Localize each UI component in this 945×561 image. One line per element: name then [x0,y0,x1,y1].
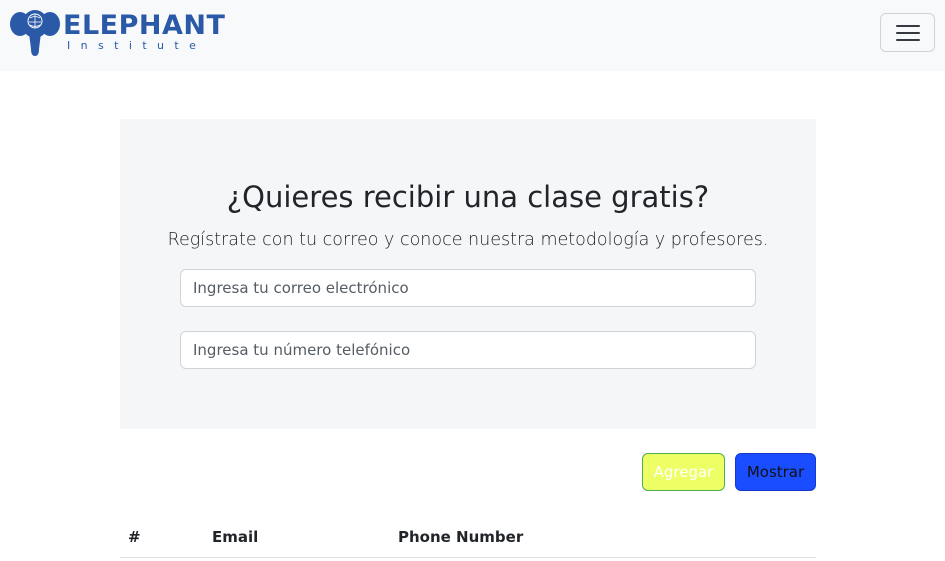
navbar: ELEPHANT Institute [0,0,945,71]
brand-subtitle: Institute [67,39,207,52]
page-subtitle: Regístrate con tu correo y conoce nuestr… [167,230,769,250]
brand-logo[interactable]: ELEPHANT Institute [9,9,225,59]
brand-name: ELEPHANT [63,10,226,41]
column-header-email: Email [212,528,259,546]
table-header-row: # Email Phone Number [120,517,816,558]
page-title: ¿Quieres recibir una clase gratis? [226,180,710,214]
email-field[interactable] [180,269,756,307]
column-header-phone: Phone Number [398,528,524,546]
free-class-signup-panel: ¿Quieres recibir una clase gratis? Regís… [120,119,816,429]
column-header-number: # [128,528,141,546]
navbar-toggler-button[interactable] [880,13,935,52]
phone-field[interactable] [180,331,756,369]
add-button[interactable]: Agregar [642,453,725,491]
show-button[interactable]: Mostrar [735,453,816,491]
elephant-icon [10,10,60,56]
